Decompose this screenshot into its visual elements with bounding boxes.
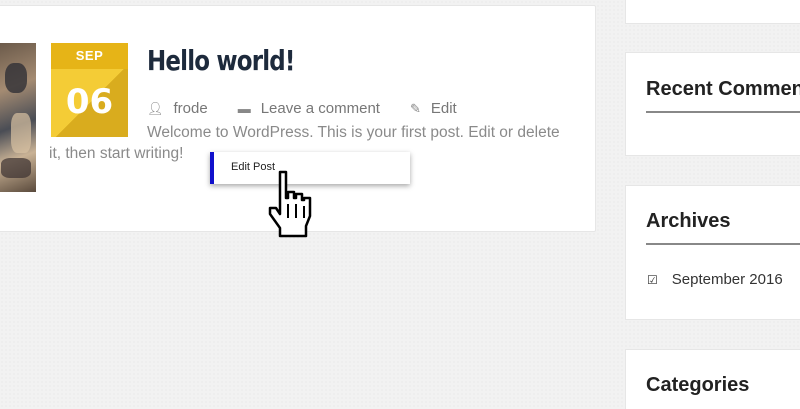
edit-icon: ✎ [409, 100, 421, 116]
author-meta[interactable]: 👤︎ frode [147, 100, 208, 117]
post-thumbnail[interactable] [0, 43, 36, 192]
leave-comment-link[interactable]: Leave a comment [261, 100, 380, 117]
checkbox-icon: ☑ [647, 272, 658, 287]
widget-recent-comments: Recent Comments [625, 52, 800, 156]
post-title[interactable]: Hello world! [147, 44, 295, 77]
edit-meta[interactable]: ✎ Edit [410, 100, 457, 117]
widget-categories: Categories [625, 349, 800, 409]
widget-title-categories: Categories [646, 374, 750, 396]
archive-item-september-2016[interactable]: ☑ September 2016 [647, 271, 800, 288]
archive-link[interactable]: September 2016 [672, 271, 783, 288]
comment-meta[interactable]: ▬ Leave a comment [238, 100, 380, 117]
widget-divider [646, 243, 800, 245]
date-month: SEP [51, 43, 128, 69]
edit-link[interactable]: Edit [431, 100, 457, 117]
user-icon: 👤︎ [147, 100, 164, 116]
widget-archives: Archives ☑ September 2016 [625, 185, 800, 320]
author-link[interactable]: frode [174, 100, 208, 117]
widget-divider [646, 111, 800, 113]
widget-title-recent-comments: Recent Comments [646, 78, 800, 100]
sidebar-widget-top [625, 0, 800, 24]
hand-cursor-icon [268, 170, 312, 238]
comment-icon: ▬ [237, 101, 251, 116]
post-meta: 👤︎ frode ▬ Leave a comment ✎ Edit [147, 100, 487, 117]
widget-title-archives: Archives [646, 210, 731, 232]
